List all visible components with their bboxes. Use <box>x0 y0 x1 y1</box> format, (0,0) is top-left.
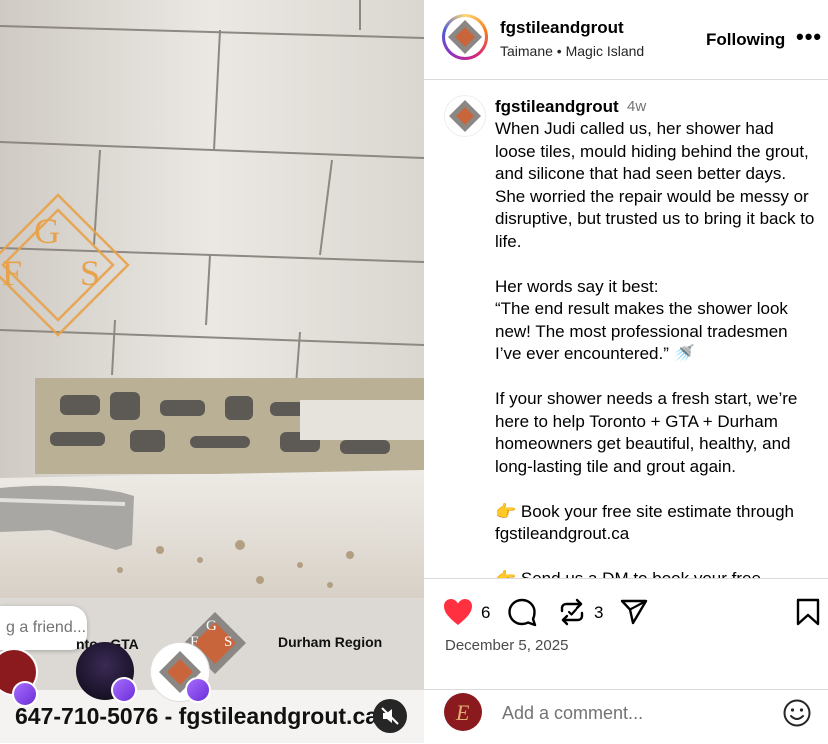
watermark-letter-f: F <box>2 253 23 293</box>
caption-time-ago[interactable]: 4w <box>627 98 646 115</box>
banner-logo-s: S <box>224 634 233 650</box>
speaker-muted-icon <box>381 707 399 725</box>
comment-bar: E <box>424 689 828 744</box>
action-bar: 6 3 December 5, 2025 <box>424 578 828 689</box>
comment-input[interactable] <box>500 698 774 728</box>
caption-text: When Judi called us, her shower had loos… <box>495 119 815 578</box>
contact-banner: 647-710-5076 - fgstileandgrout.ca <box>15 703 379 729</box>
fgs-logo-icon <box>448 20 482 54</box>
post-panel: fgstileandgrout Taimane • Magic Island F… <box>424 0 828 743</box>
repost-badge-icon <box>185 677 211 703</box>
more-options-icon[interactable]: ••• <box>796 24 822 50</box>
post-media[interactable]: G F S g a friend... nto - GTA Durham Reg… <box>0 0 424 743</box>
caption-username[interactable]: fgstileandgrout <box>495 97 619 117</box>
watermark-letter-g: G <box>34 211 60 251</box>
repost-badge-icon <box>111 677 137 703</box>
header-username[interactable]: fgstileandgrout <box>500 18 624 38</box>
share-icon[interactable] <box>619 597 649 627</box>
user-avatar-letter: E <box>456 700 470 725</box>
like-count[interactable]: 6 <box>481 603 490 623</box>
header-location[interactable]: Taimane • Magic Island <box>500 43 644 59</box>
repost-icon[interactable] <box>557 597 587 627</box>
heart-icon[interactable] <box>442 597 474 627</box>
caption-area: fgstileandgrout 4w When Judi called us, … <box>424 80 828 578</box>
emoji-icon[interactable] <box>782 698 812 728</box>
banner-logo-g: G <box>206 618 217 634</box>
fgs-logo-icon <box>449 100 481 132</box>
mute-button[interactable] <box>373 699 407 733</box>
watermark-letter-s: S <box>80 253 101 293</box>
region-label-right: Durham Region <box>278 634 383 650</box>
bookmark-icon[interactable] <box>795 597 821 627</box>
profile-avatar[interactable] <box>442 14 488 60</box>
post-date[interactable]: December 5, 2025 <box>445 637 568 654</box>
repost-count[interactable]: 3 <box>594 603 603 623</box>
caption-avatar[interactable] <box>444 95 486 137</box>
following-button[interactable]: Following <box>706 30 785 50</box>
post-header: fgstileandgrout Taimane • Magic Island F… <box>424 0 828 80</box>
user-avatar: E <box>444 693 482 731</box>
tag-friend-prompt[interactable]: g a friend... <box>0 606 87 650</box>
comment-icon[interactable] <box>507 597 537 627</box>
